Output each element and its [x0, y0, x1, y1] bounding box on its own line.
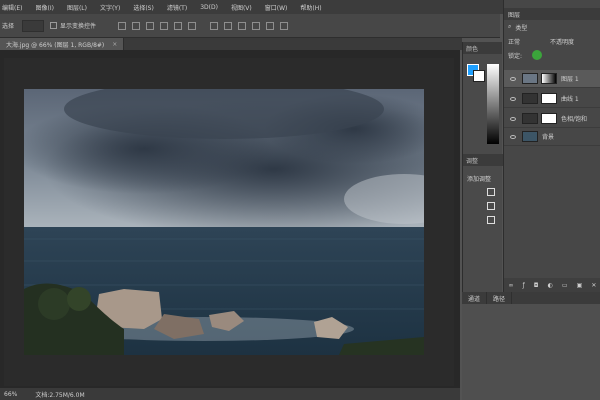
layer-thumbnail	[522, 131, 538, 142]
menu-image[interactable]: 图像(I)	[35, 3, 53, 12]
layer-row[interactable]: 背景	[504, 128, 600, 146]
add-adjust-label: 添加调整	[467, 176, 492, 183]
distribute-bottom-icon[interactable]	[238, 21, 247, 30]
menu-view[interactable]: 视图(V)	[231, 3, 252, 12]
new-layer-icon[interactable]: ▣	[577, 282, 583, 289]
mask-icon[interactable]: ◘	[534, 282, 539, 289]
distribute-top-icon[interactable]	[210, 21, 219, 30]
levels-adjust-icon[interactable]	[487, 188, 495, 196]
align-middle-icon[interactable]	[132, 21, 141, 30]
search-icon: ⌕	[508, 23, 512, 30]
kind-filter-dropdown[interactable]: 类型	[515, 23, 527, 32]
document-tab-bar: 大海.jpg @ 66% (图层 1, RGB/8#) ×	[0, 38, 462, 50]
layer-mask-thumbnail[interactable]	[541, 113, 557, 124]
distribute-center-icon[interactable]	[266, 21, 275, 30]
panel-tabs: 通道 路径	[462, 292, 600, 304]
hue-saturation-icon	[522, 113, 538, 124]
layer-name: 图层 1	[561, 76, 579, 83]
close-icon[interactable]: ×	[112, 41, 117, 48]
seascape-image	[24, 89, 424, 355]
layer-row[interactable]: 曲线 1	[504, 90, 600, 108]
layer-name: 色相/饱和	[561, 116, 588, 123]
status-bar: 66% 文档:2.75M/6.0M	[0, 388, 460, 400]
menu-window[interactable]: 窗口(W)	[265, 3, 288, 12]
curves-adjust-icon	[522, 93, 538, 104]
layer-mask-thumbnail[interactable]	[541, 73, 557, 84]
layer-name: 曲线 1	[561, 96, 579, 103]
background-color-swatch[interactable]	[473, 70, 485, 82]
show-transform-checkbox[interactable]	[50, 22, 58, 29]
trash-icon[interactable]: ✕	[591, 282, 596, 289]
zoom-level[interactable]: 66%	[4, 391, 17, 398]
lock-row: 锁定:	[504, 48, 600, 62]
menu-select[interactable]: 选择(S)	[133, 3, 154, 12]
distribute-middle-icon[interactable]	[224, 21, 233, 30]
distribute-right-icon[interactable]	[280, 21, 289, 30]
folder-icon[interactable]: ▭	[562, 282, 568, 289]
layer-mask-thumbnail[interactable]	[541, 93, 557, 104]
color-ramp[interactable]	[487, 64, 499, 144]
menu-layer[interactable]: 图层(L)	[67, 3, 87, 12]
menu-help[interactable]: 帮助(H)	[300, 3, 321, 12]
visibility-eye-icon[interactable]	[510, 134, 516, 139]
menu-3d[interactable]: 3D(D)	[200, 4, 218, 11]
tool-label: 选择	[2, 23, 15, 30]
layer-filter-row: ⌕ 类型	[504, 20, 600, 34]
align-bottom-icon[interactable]	[146, 21, 155, 30]
link-icon[interactable]: ∞	[509, 282, 514, 289]
menu-edit[interactable]: 编辑(E)	[2, 3, 22, 12]
color-adjust-panel: 颜色 调整 添加调整	[462, 42, 503, 292]
layer-row[interactable]: 色相/饱和	[504, 110, 600, 128]
color-tab[interactable]: 颜色	[463, 42, 502, 54]
visibility-eye-icon[interactable]	[510, 96, 516, 101]
menu-filter[interactable]: 滤镜(T)	[167, 3, 187, 12]
align-center-icon[interactable]	[174, 21, 183, 30]
document-tab[interactable]: 大海.jpg @ 66% (图层 1, RGB/8#) ×	[0, 38, 125, 50]
layers-footer: ∞ ƒ ◘ ◐ ▭ ▣ ✕	[504, 278, 600, 292]
opacity-label: 不透明度	[550, 38, 575, 46]
curves-adjust-icon[interactable]	[487, 202, 495, 210]
canvas-image[interactable]	[24, 89, 424, 355]
document-info: 文档:2.75M/6.0M	[35, 391, 85, 399]
align-right-icon[interactable]	[188, 21, 197, 30]
lock-label: 锁定:	[508, 52, 523, 60]
document-tab-title: 大海.jpg @ 66% (图层 1, RGB/8#)	[6, 41, 105, 49]
options-bar: 选择 显示变换控件	[0, 14, 500, 38]
tab-channels[interactable]: 通道	[462, 292, 488, 304]
adjust-tab[interactable]: 调整	[463, 154, 503, 166]
blend-mode-dropdown[interactable]: 正常	[508, 37, 520, 46]
fx-icon[interactable]: ƒ	[523, 282, 525, 289]
channels-paths-panel: 通道 路径	[462, 292, 600, 400]
distribute-left-icon[interactable]	[252, 21, 261, 30]
adjustment-icon[interactable]: ◐	[548, 282, 553, 289]
cursor-highlight-icon	[532, 50, 543, 60]
align-top-icon[interactable]	[118, 21, 127, 30]
layer-name: 背景	[542, 134, 555, 141]
exposure-adjust-icon[interactable]	[487, 216, 495, 224]
align-left-icon[interactable]	[160, 21, 169, 30]
auto-select-dropdown[interactable]	[22, 19, 45, 32]
menu-type[interactable]: 文字(Y)	[100, 3, 120, 12]
show-transform-label: 显示变换控件	[60, 23, 97, 30]
tab-paths[interactable]: 路径	[487, 292, 513, 304]
layer-row[interactable]: 图层 1	[504, 70, 600, 88]
layers-tab[interactable]: 图层	[504, 8, 600, 20]
layer-thumbnail	[522, 73, 538, 84]
visibility-eye-icon[interactable]	[510, 116, 516, 121]
blend-row: 正常 不透明度	[504, 34, 600, 48]
visibility-eye-icon[interactable]	[510, 76, 516, 81]
